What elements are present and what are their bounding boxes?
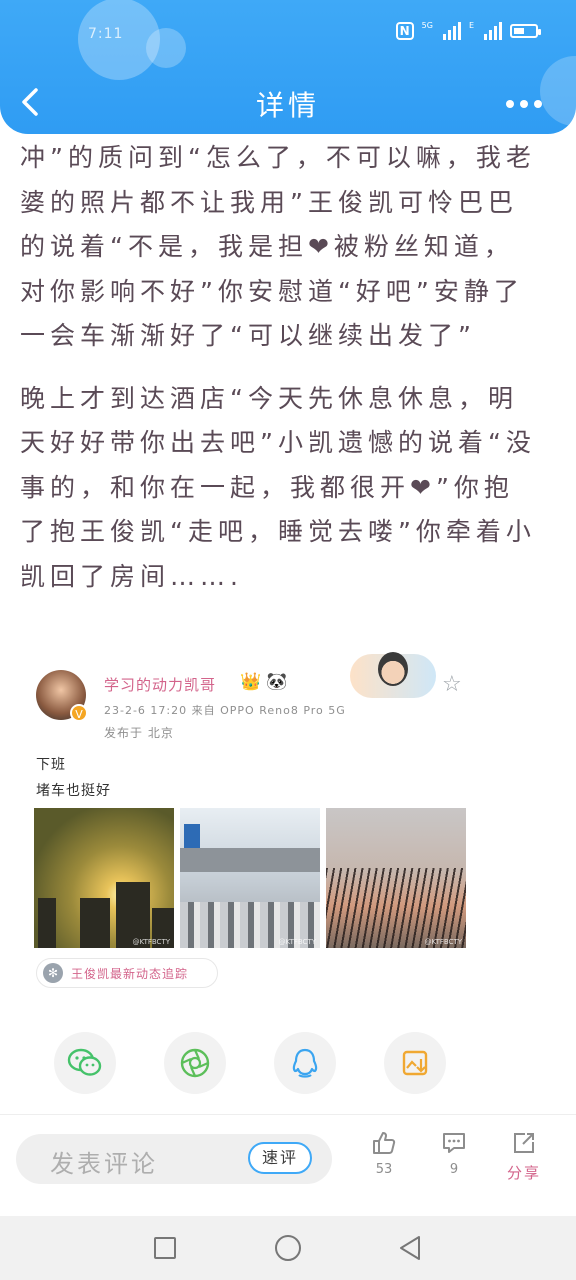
triangle-back-icon [400,1236,420,1260]
favorite-star-icon[interactable]: ☆ [442,672,462,697]
film-reel-icon: ✻ [43,963,63,983]
comment-icon [443,1133,465,1153]
post-meta: 23-2-6 17:20 来自 OPPO Reno8 Pro 5G [104,704,346,717]
post-location: 发布于 北京 [104,726,174,740]
decor-bubble [146,28,186,68]
post-photo-traffic[interactable]: @KTFBCTY [180,808,320,948]
status-icons: N 5G E [395,21,541,40]
recent-apps-button[interactable] [154,1237,176,1259]
cartoon-avatar-icon [378,652,408,686]
share-moments-button[interactable] [164,1032,226,1094]
comment-placeholder: 发表评论 [50,1150,158,1178]
thumbs-up-icon [373,1132,396,1154]
building-shape [38,898,56,948]
share-qq-button[interactable] [274,1032,336,1094]
comment-count: 9 [449,1162,459,1177]
post-text-line: 堵车也挺好 [36,783,111,799]
status-time: 7:11 [88,26,124,42]
photo-watermark: @KTFBCTY [132,938,170,946]
crown-icon: 👑 [240,672,262,692]
quick-comment-button[interactable]: 速评 [248,1142,312,1174]
dot-icon [534,100,542,108]
card-decoration [350,652,436,698]
page-title: 详情 [255,89,320,122]
battery-icon [510,24,541,38]
network-label: E [468,21,474,30]
article-paragraph: 晚上才到达酒店“今天先休息休息，明天好好带你出去吧”小凯遗憾的说着“没事的，和你… [20,383,536,591]
post-photo-sunset[interactable]: @KTFBCTY [34,808,174,948]
photo-watermark: @KTFBCTY [424,938,462,946]
comment-count-button[interactable]: 9 [432,1130,476,1177]
moments-icon [180,1048,210,1078]
dot-icon [520,100,528,108]
post-text-line: 下班 [36,757,66,773]
road-sign [184,824,200,850]
building-shape [80,898,110,948]
signal-icon [484,22,502,40]
bare-trees [326,868,466,948]
like-button[interactable]: 53 [362,1130,406,1177]
nfc-icon: N [395,22,414,40]
header-bar: 7:11 N 5G E 详情 [0,0,576,134]
wechat-icon [67,1048,102,1076]
topic-tag[interactable]: ✻ 王俊凯最新动态追踪 [36,958,218,988]
article-paragraph: 冲”的质问到“怎么了，不可以嘛，我老婆的照片都不让我用”王俊凯可怜巴巴的说着“不… [20,143,536,350]
verified-badge-icon: V [70,704,88,722]
article-body: 冲”的质问到“怎么了，不可以嘛，我老婆的照片都不让我用”王俊凯可怜巴巴的说着“不… [20,136,540,617]
qq-icon [292,1048,318,1078]
like-count: 53 [375,1162,393,1177]
home-button[interactable] [275,1235,301,1261]
panda-icon: 🐼 [266,672,288,692]
post-username[interactable]: 学习的动力凯哥 [104,674,216,695]
dot-icon [506,100,514,108]
topic-label: 王俊凯最新动态追踪 [71,966,189,981]
share-label: 分享 [506,1164,541,1182]
save-image-icon [402,1050,428,1076]
overpass [180,848,320,872]
post-photo-trees[interactable]: @KTFBCTY [326,808,466,948]
more-button[interactable] [506,100,542,108]
share-icon [514,1133,534,1153]
share-wechat-button[interactable] [54,1032,116,1094]
signal-icon [442,22,461,40]
save-image-button[interactable] [384,1032,446,1094]
photo-watermark: @KTFBCTY [278,938,316,946]
share-button[interactable]: 分享 [502,1130,546,1183]
network-label: 5G [421,21,433,30]
system-back-button[interactable] [398,1234,422,1266]
